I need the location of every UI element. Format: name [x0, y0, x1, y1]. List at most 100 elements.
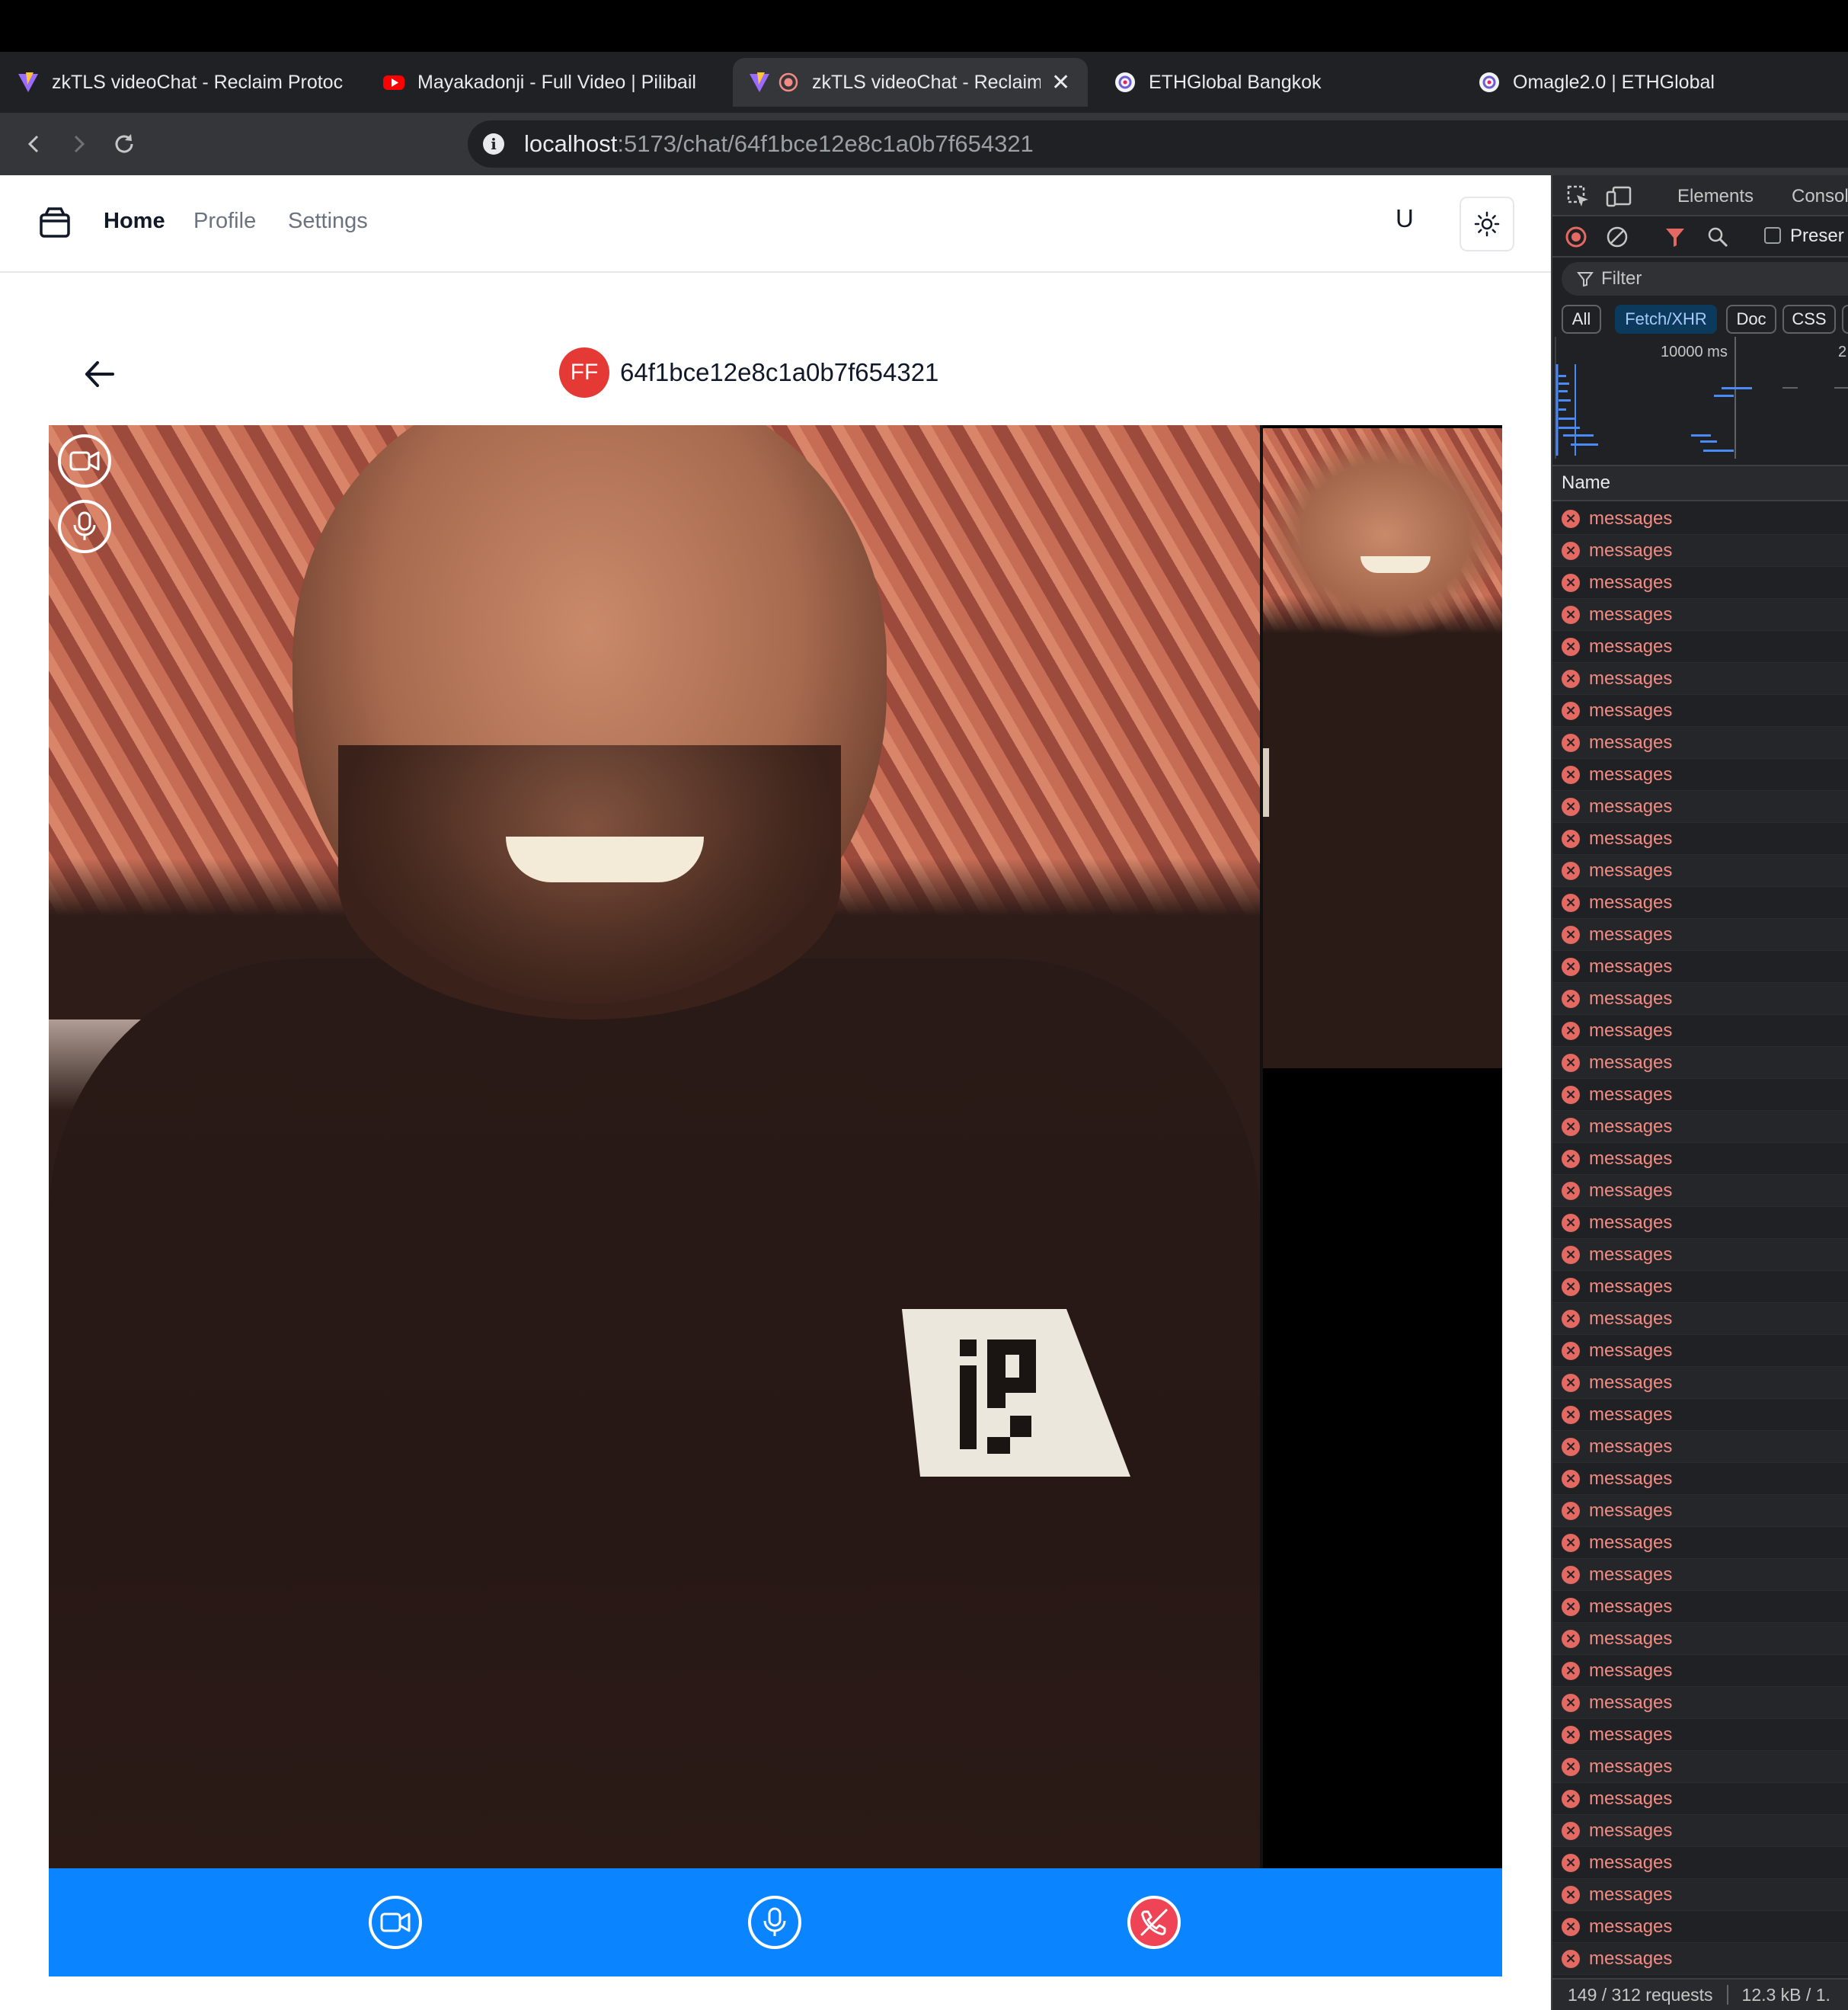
tab-zktls-active[interactable]: zkTLS videoChat - Reclaim ✕ [733, 58, 1088, 107]
request-row[interactable]: × messages [1552, 1239, 1848, 1271]
column-header-name[interactable]: Name [1552, 465, 1848, 501]
reload-button[interactable] [104, 123, 145, 165]
request-row[interactable]: × messages [1552, 567, 1848, 599]
request-row[interactable]: × messages [1552, 1175, 1848, 1207]
request-row[interactable]: × messages [1552, 1559, 1848, 1591]
request-name: messages [1589, 1435, 1673, 1457]
request-name: messages [1589, 923, 1673, 945]
devtools-tab-elements[interactable]: Elements [1677, 186, 1754, 207]
omnibox[interactable]: i localhost:5173/chat/64f1bce12e8c1a0b7f… [468, 120, 1848, 168]
request-row[interactable]: × messages [1552, 503, 1848, 535]
tab-strip: zkTLS videoChat - Reclaim Protoc Mayakad… [0, 52, 1848, 149]
forward-button[interactable] [58, 123, 99, 165]
theme-toggle-button[interactable] [1460, 197, 1514, 251]
request-row[interactable]: × messages [1552, 1079, 1848, 1111]
reload-icon [115, 134, 133, 153]
request-name: messages [1589, 1564, 1673, 1585]
request-row[interactable]: × messages [1552, 1687, 1848, 1719]
network-filter-input[interactable]: Filter [1562, 262, 1848, 296]
request-row[interactable]: × messages [1552, 1783, 1848, 1815]
tab-omagle[interactable]: Omagle2.0 | ETHGlobal [1478, 58, 1813, 107]
request-row[interactable]: × messages [1552, 1335, 1848, 1367]
request-row[interactable]: × messages [1552, 1527, 1848, 1559]
filter-chip-css[interactable]: CSS [1782, 305, 1836, 334]
error-icon: × [1562, 829, 1580, 848]
request-row[interactable]: × messages [1552, 887, 1848, 919]
filter-funnel-icon[interactable] [1664, 226, 1687, 248]
request-row[interactable]: × messages [1552, 919, 1848, 951]
request-row[interactable]: × messages [1552, 1879, 1848, 1911]
request-name: messages [1589, 1083, 1673, 1105]
filter-funnel-icon [1577, 272, 1594, 287]
request-row[interactable]: × messages [1552, 855, 1848, 887]
devtools-tab-console[interactable]: Consol [1792, 186, 1848, 207]
request-row[interactable]: × messages [1552, 983, 1848, 1015]
request-row[interactable]: × messages [1552, 695, 1848, 727]
network-toolbar: Preser [1552, 216, 1848, 258]
request-row[interactable]: × messages [1552, 599, 1848, 631]
end-call-button[interactable] [1127, 1896, 1181, 1949]
request-row[interactable]: × messages [1552, 535, 1848, 567]
nav-profile-link[interactable]: Profile [193, 209, 256, 234]
peer-avatar: FF [559, 347, 609, 398]
tab-ethglobal-bangkok[interactable]: ETHGlobal Bangkok [1114, 58, 1449, 107]
request-row[interactable]: × messages [1552, 1911, 1848, 1943]
nav-home-link[interactable]: Home [104, 209, 165, 234]
filter-chip-more[interactable] [1842, 305, 1848, 334]
tab-zktls-1[interactable]: zkTLS videoChat - Reclaim Protoc [17, 58, 352, 107]
request-row[interactable]: × messages [1552, 1943, 1848, 1975]
request-row[interactable]: × messages [1552, 631, 1848, 663]
request-row[interactable]: × messages [1552, 1303, 1848, 1335]
request-row[interactable]: × messages [1552, 1751, 1848, 1783]
back-button[interactable] [14, 123, 55, 165]
request-row[interactable]: × messages [1552, 727, 1848, 759]
filter-chip-doc[interactable]: Doc [1726, 305, 1776, 334]
request-row[interactable]: × messages [1552, 759, 1848, 791]
toggle-mic-button[interactable] [748, 1896, 801, 1949]
request-row[interactable]: × messages [1552, 1495, 1848, 1527]
filter-chip-all[interactable]: All [1562, 305, 1601, 334]
error-icon: × [1562, 861, 1580, 880]
request-row[interactable]: × messages [1552, 1463, 1848, 1495]
device-toolbar-icon[interactable] [1606, 184, 1632, 209]
request-row[interactable]: × messages [1552, 1431, 1848, 1463]
record-stop-icon[interactable] [1565, 226, 1587, 248]
toggle-camera-button[interactable] [369, 1896, 422, 1949]
clear-icon[interactable] [1606, 226, 1629, 248]
request-row[interactable]: × messages [1552, 823, 1848, 855]
request-row[interactable]: × messages [1552, 1655, 1848, 1687]
app-navbar: Home Profile Settings U [0, 175, 1551, 273]
filter-chip-fetch-xhr[interactable]: Fetch/XHR [1615, 305, 1717, 334]
url-path: :5173/chat/64f1bce12e8c1a0b7f654321 [617, 130, 1034, 157]
request-row[interactable]: × messages [1552, 1047, 1848, 1079]
request-row[interactable]: × messages [1552, 1815, 1848, 1847]
ethglobal-icon [1114, 71, 1137, 94]
request-row[interactable]: × messages [1552, 1591, 1848, 1623]
user-avatar[interactable]: U [1396, 204, 1414, 233]
request-row[interactable]: × messages [1552, 663, 1848, 695]
preserve-log-checkbox[interactable] [1764, 227, 1781, 244]
nav-settings-link[interactable]: Settings [288, 209, 368, 234]
search-icon[interactable] [1706, 226, 1729, 248]
request-row[interactable]: × messages [1552, 1207, 1848, 1239]
request-row[interactable]: × messages [1552, 1271, 1848, 1303]
tab-youtube[interactable]: Mayakadonji - Full Video | Pilibail [382, 58, 718, 107]
url-text[interactable]: localhost:5173/chat/64f1bce12e8c1a0b7f65… [524, 130, 1034, 158]
package-logo-icon[interactable] [38, 206, 72, 239]
request-row[interactable]: × messages [1552, 951, 1848, 983]
request-row[interactable]: × messages [1552, 1847, 1848, 1879]
request-row[interactable]: × messages [1552, 1015, 1848, 1047]
site-info-icon[interactable]: i [483, 133, 504, 155]
request-row[interactable]: × messages [1552, 1111, 1848, 1143]
request-row[interactable]: × messages [1552, 1143, 1848, 1175]
request-name: messages [1589, 667, 1673, 689]
request-row[interactable]: × messages [1552, 1623, 1848, 1655]
inspect-element-icon[interactable] [1566, 184, 1591, 209]
request-row[interactable]: × messages [1552, 1367, 1848, 1399]
request-row[interactable]: × messages [1552, 791, 1848, 823]
request-name: messages [1589, 1692, 1673, 1713]
close-tab-icon[interactable]: ✕ [1051, 69, 1070, 96]
arrow-left-icon[interactable] [81, 355, 119, 393]
request-row[interactable]: × messages [1552, 1399, 1848, 1431]
request-row[interactable]: × messages [1552, 1719, 1848, 1751]
